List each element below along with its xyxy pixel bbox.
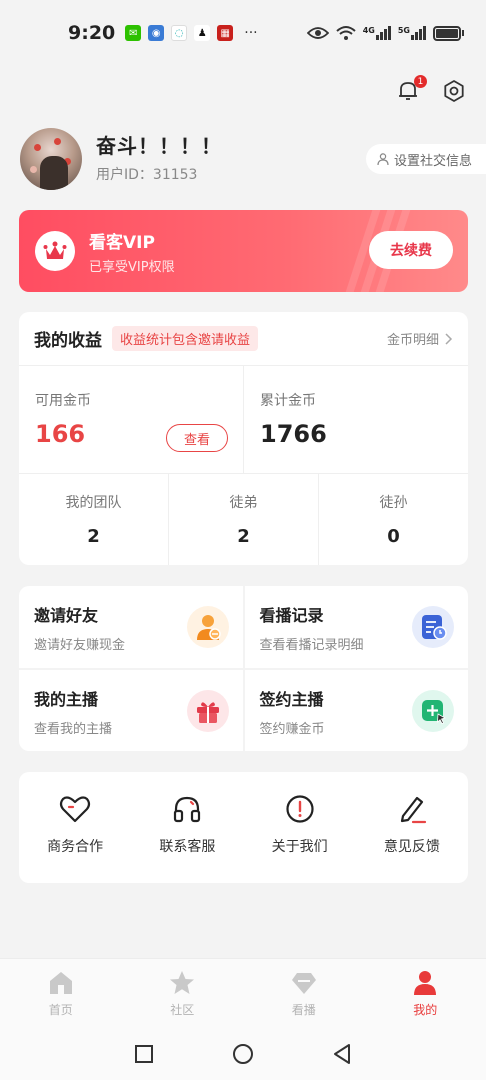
invite-friends-item[interactable]: 邀请好友 邀请好友赚现金 — [19, 586, 243, 668]
pencil-icon — [400, 796, 426, 824]
team-stat-value: 2 — [87, 526, 100, 547]
available-coins-label: 可用金币 — [35, 393, 91, 409]
sign-icon — [412, 689, 454, 732]
home-circle-icon[interactable] — [232, 1043, 254, 1065]
grand-disciple-stat[interactable]: 徒孙 0 — [318, 474, 468, 565]
disciple-stat-label: 徒弟 — [229, 495, 258, 511]
settings-icon[interactable] — [442, 79, 466, 103]
tab-me[interactable]: 我的 — [365, 959, 486, 1028]
grand-disciple-stat-value: 0 — [387, 526, 400, 547]
top-actions: 1 — [396, 75, 466, 104]
customer-service-button[interactable]: 联系客服 — [131, 772, 243, 883]
battery-icon — [433, 25, 464, 41]
renew-button[interactable]: 去续费 — [369, 231, 453, 269]
chevron-right-icon — [445, 332, 453, 345]
status-bar: 9:20 ✉ ◉ ◌ ♟ ▦ ··· 4G 5G — [0, 0, 486, 66]
team-stat[interactable]: 我的团队 2 — [19, 474, 168, 565]
crown-icon — [35, 231, 75, 271]
diamond-icon — [291, 973, 316, 994]
about-us-label: 关于我们 — [271, 839, 328, 855]
total-coins-label: 累计金币 — [260, 393, 316, 409]
signal-4g-icon: 4G — [363, 26, 391, 40]
network-type-4g: 4G — [362, 26, 375, 35]
team-stat-label: 我的团队 — [65, 495, 122, 511]
tab-me-label: 我的 — [413, 1003, 438, 1017]
watch-history-item[interactable]: 看播记录 查看看播记录明细 — [244, 586, 468, 668]
total-coins-value: 1766 — [260, 420, 327, 448]
tab-home-label: 首页 — [48, 1003, 73, 1017]
social-info-button[interactable]: 设置社交信息 — [365, 144, 486, 174]
total-coins: 累计金币 1766 — [243, 366, 468, 473]
mobile-icon: ◌ — [171, 25, 188, 41]
info-icon — [286, 795, 314, 823]
coin-detail-label: 金币明细 — [386, 333, 439, 348]
bottom-tab-bar: 首页 社区 看播 我的 — [0, 958, 486, 1028]
business-cooperation-label: 商务合作 — [47, 839, 104, 855]
tab-watch-label: 看播 — [291, 1003, 316, 1017]
user-id: 用户ID：31153 — [96, 164, 197, 184]
tab-home[interactable]: 首页 — [0, 959, 122, 1028]
tab-watch[interactable]: 看播 — [243, 959, 365, 1028]
notification-button[interactable]: 1 — [396, 75, 427, 104]
coin-detail-link[interactable]: 金币明细 — [387, 329, 453, 348]
system-nav-bar — [0, 1028, 486, 1080]
available-coins: 可用金币 166 查看 — [19, 366, 243, 473]
tab-community[interactable]: 社区 — [122, 959, 244, 1028]
disciple-stat-value: 2 — [237, 526, 250, 547]
my-hosts-item[interactable]: 我的主播 查看我的主播 — [19, 669, 243, 751]
vip-banner[interactable]: 看客VIP 已享受VIP权限 去续费 — [19, 210, 468, 292]
user-id-value: 31153 — [152, 167, 198, 183]
eye-icon — [306, 27, 329, 39]
notification-badge: 1 — [414, 75, 427, 88]
view-button[interactable]: 查看 — [166, 424, 228, 452]
avatar[interactable] — [20, 128, 82, 190]
feedback-button[interactable]: 意见反馈 — [356, 772, 468, 883]
earnings-title: 我的收益 — [34, 331, 102, 351]
recents-icon[interactable] — [134, 1044, 154, 1064]
disciple-stat[interactable]: 徒弟 2 — [168, 474, 318, 565]
calendar-icon: ▦ — [217, 25, 234, 41]
user-id-label: 用户ID： — [96, 167, 153, 183]
grand-disciple-stat-label: 徒孙 — [379, 495, 408, 511]
tab-community-label: 社区 — [170, 1003, 195, 1017]
history-icon — [412, 606, 454, 648]
vip-title: 看客VIP — [89, 233, 155, 253]
user-outline-icon — [377, 153, 389, 166]
app-icon: ◉ — [148, 25, 165, 41]
heart-icon — [60, 796, 91, 823]
system-icons: 4G 5G — [306, 25, 464, 41]
social-info-label: 设置社交信息 — [393, 153, 472, 169]
wifi-icon — [336, 26, 356, 40]
username: 奋斗！！！！ — [96, 134, 222, 158]
network-type-5g: 5G — [397, 26, 410, 35]
earnings-header: 我的收益 收益统计包含邀请收益 金币明细 — [19, 312, 468, 366]
feature-grid: 邀请好友 邀请好友赚现金 看播记录 查看看播记录明细 我的主播 查看我的主播 签… — [19, 586, 468, 751]
signal-5g-icon: 5G — [398, 26, 426, 40]
back-icon[interactable] — [332, 1043, 352, 1065]
person-icon — [414, 971, 437, 995]
status-time: 9:20 — [68, 22, 116, 44]
customer-service-label: 联系客服 — [159, 839, 216, 855]
invite-user-icon — [186, 606, 229, 648]
gift-icon — [186, 689, 229, 732]
sign-host-item[interactable]: 签约主播 签约赚金币 — [244, 669, 468, 751]
about-us-button[interactable]: 关于我们 — [244, 772, 356, 883]
feedback-label: 意见反馈 — [383, 839, 440, 855]
earnings-card: 我的收益 收益统计包含邀请收益 金币明细 可用金币 166 查看 累计金币 17… — [19, 312, 468, 565]
headset-icon — [174, 796, 201, 823]
notification-icons: ✉ ◉ ◌ ♟ ▦ ··· — [125, 25, 258, 41]
more-notifications-icon: ··· — [244, 25, 258, 41]
wechat-icon: ✉ — [125, 25, 142, 41]
star-icon — [170, 971, 195, 994]
quick-actions: 商务合作 联系客服 关于我们 意见反馈 — [19, 772, 468, 883]
vip-subtitle: 已享受VIP权限 — [89, 260, 175, 275]
home-icon — [49, 972, 72, 994]
business-cooperation-button[interactable]: 商务合作 — [19, 772, 131, 883]
qq-icon: ♟ — [194, 25, 211, 41]
earnings-tag: 收益统计包含邀请收益 — [112, 326, 259, 351]
